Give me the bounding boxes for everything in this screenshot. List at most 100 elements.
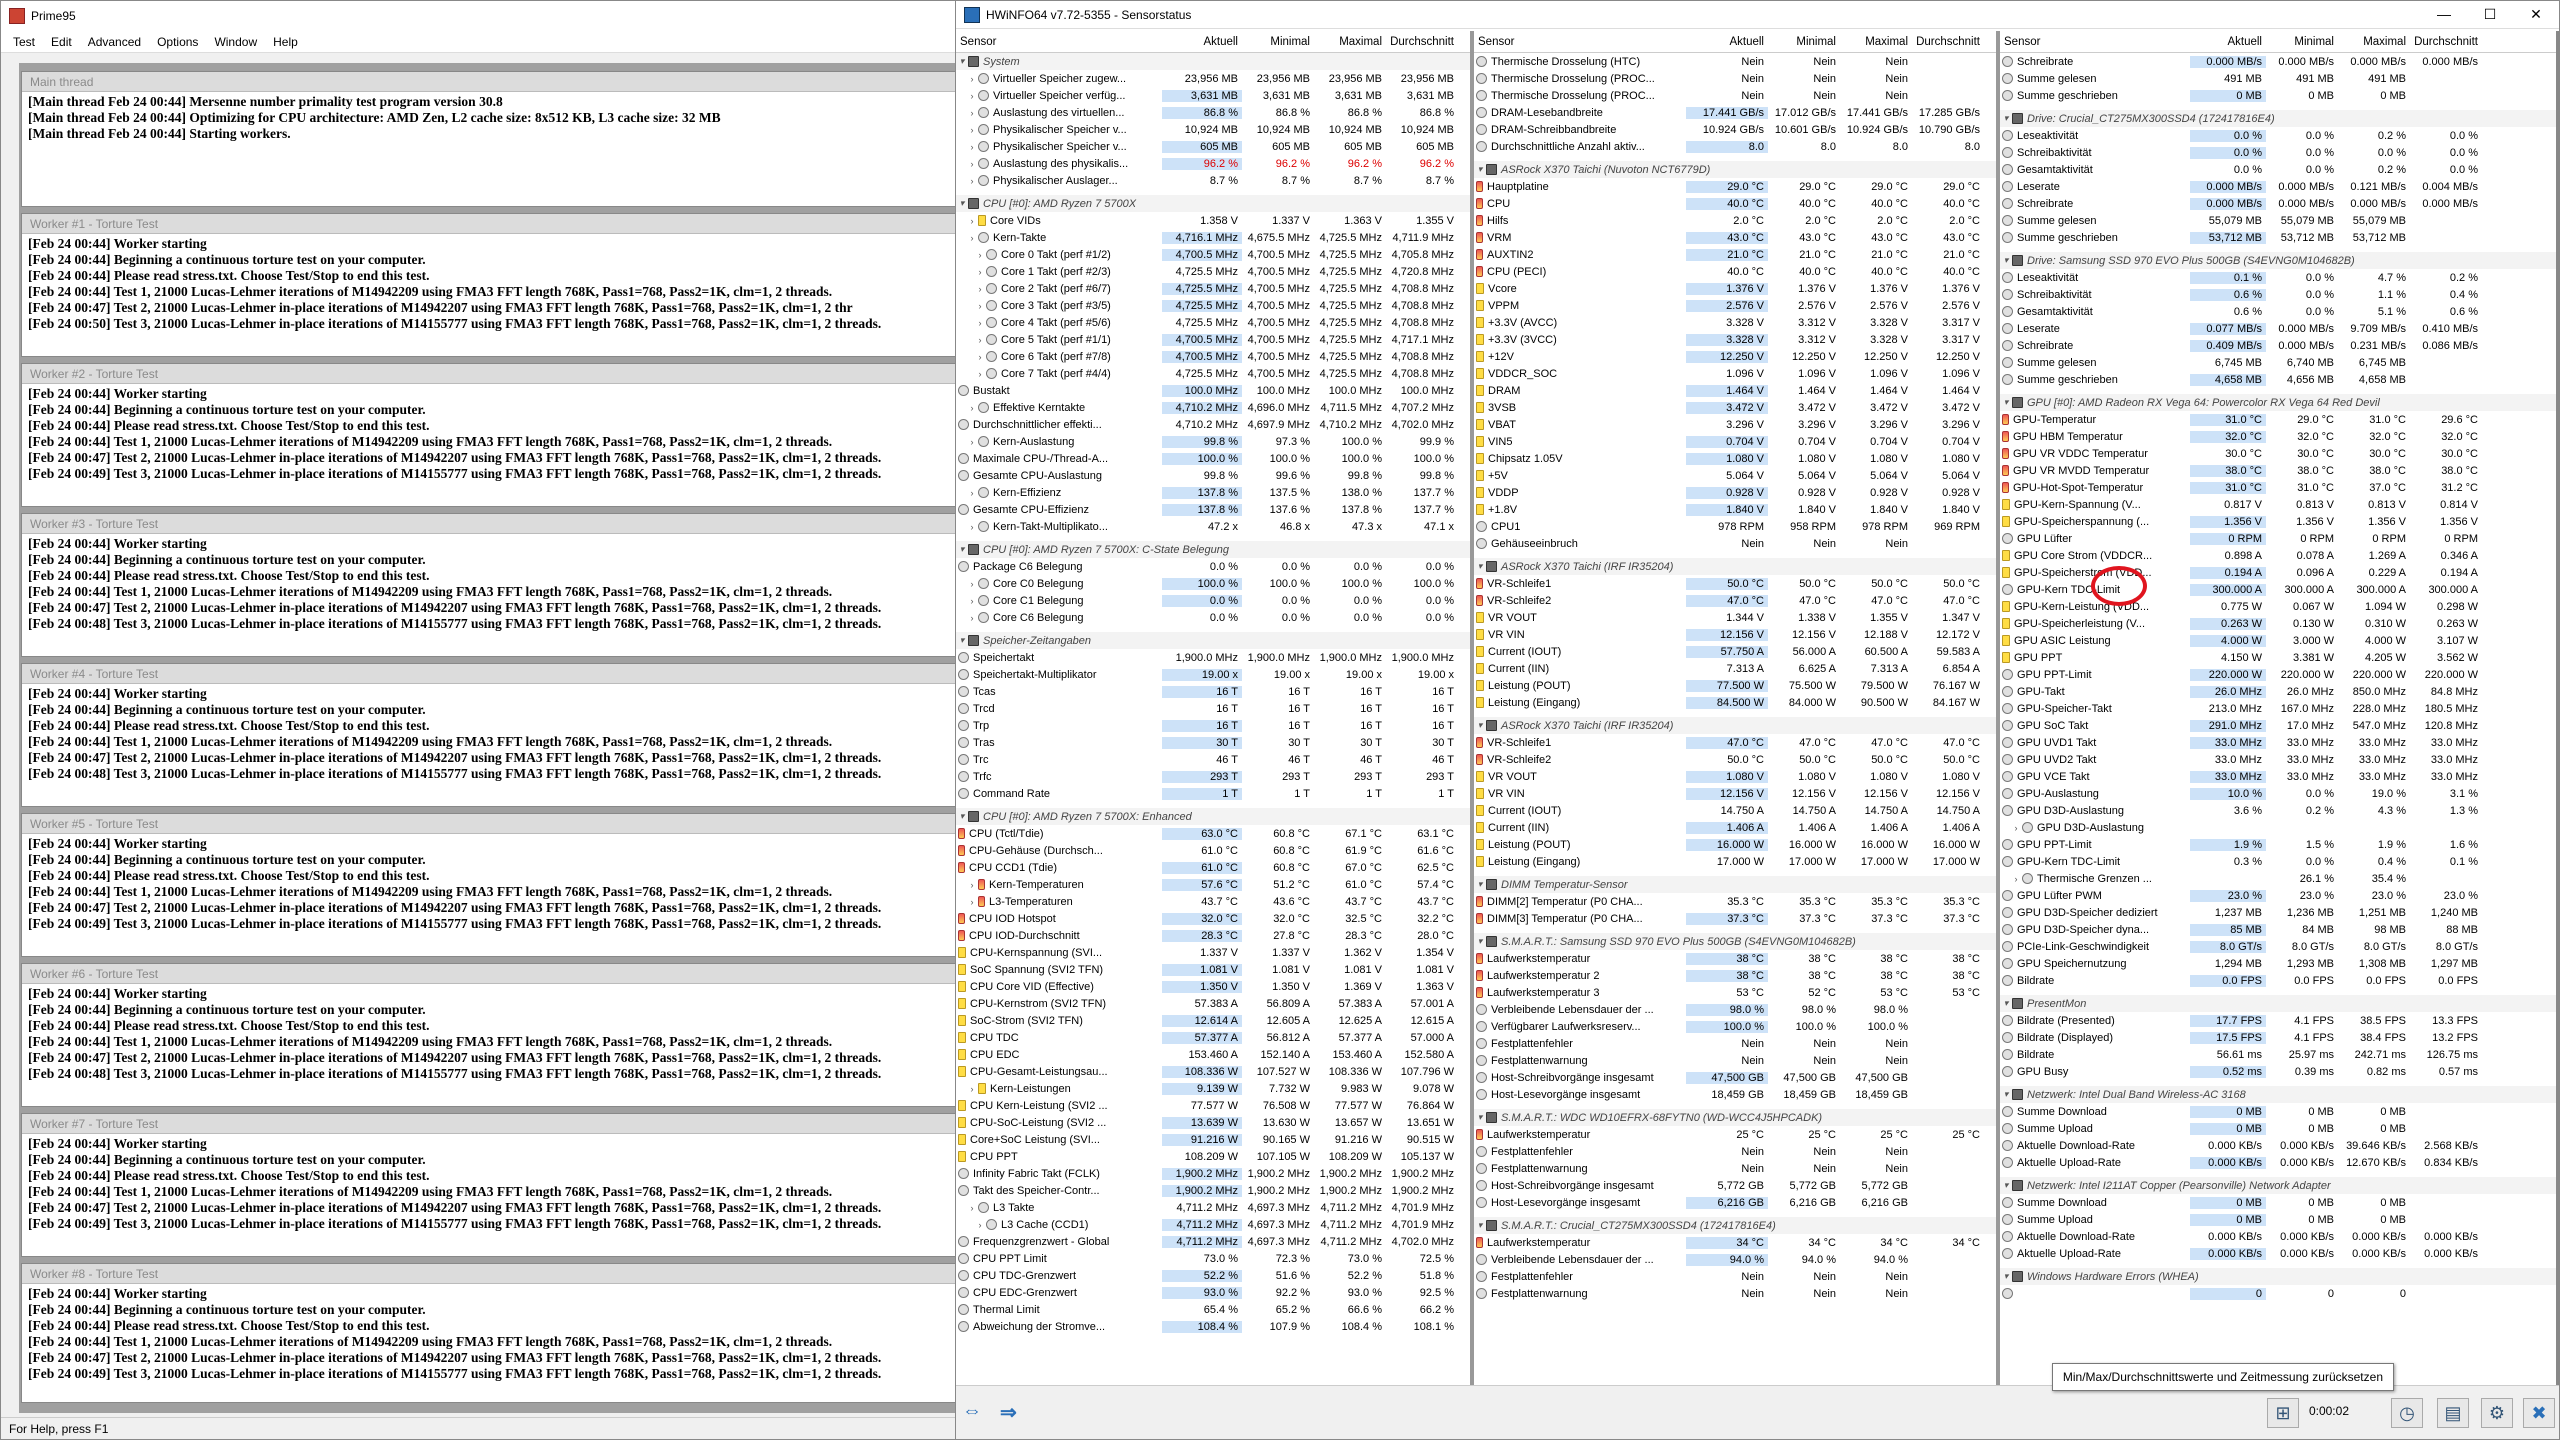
sensor-row[interactable]: › Core 4 Takt (perf #5/6) 4,725.5 MHz 4,700… [956, 314, 1470, 331]
log-file-icon[interactable]: ▤ [2437, 1398, 2469, 1428]
expand-toggle-icon[interactable]: › [974, 267, 986, 277]
clock-reset-icon[interactable]: ◷ [2391, 1398, 2423, 1428]
header-maximal[interactable]: Maximal [1840, 36, 1912, 48]
sensor-row[interactable]: +3.3V (AVCC) 3.328 V 3.312 V 3.328 V 3.317 V [1474, 314, 1996, 331]
maximize-button[interactable]: ☐ [2467, 6, 2513, 23]
sensor-row[interactable]: VR VOUT 1.080 V 1.080 V 1.080 V 1.080 V [1474, 768, 1996, 785]
sensor-row[interactable]: PCIe-Link-Geschwindigkeit 8.0 GT/s 8.0 GT/… [2000, 938, 2556, 955]
sensor-row[interactable]: Verbleibende Lebensdauer der ... 98.0 % 98… [1474, 1001, 1996, 1018]
sensor-row[interactable]: VR VOUT 1.344 V 1.338 V 1.355 V 1.347 V [1474, 609, 1996, 626]
sensor-row[interactable]: Laufwerkstemperatur 34 °C 34 °C 34 °C 34 °C [1474, 1234, 1996, 1251]
sensor-group-header[interactable]: ▾ System [956, 53, 1470, 70]
sensor-row[interactable]: › Virtueller Speicher verfüg... 3,631 MB 3,… [956, 87, 1470, 104]
menu-item-window[interactable]: Window [206, 35, 265, 49]
sensor-row[interactable]: › L3 Cache (CCD1) 4,711.2 MHz 4,697.3 MHz 4,… [956, 1216, 1470, 1233]
sensor-row[interactable]: DRAM-Schreibbandbreite 10.924 GB/s 10.601 … [1474, 121, 1996, 138]
sensor-row[interactable]: › Core 5 Takt (perf #1/1) 4,700.5 MHz 4,700… [956, 331, 1470, 348]
expand-toggle-icon[interactable]: › [974, 318, 986, 328]
sensor-row[interactable]: Summe Download 0 MB 0 MB 0 MB [2000, 1103, 2556, 1120]
collapse-toggle-icon[interactable]: ▾ [1474, 936, 1486, 947]
sensor-row[interactable]: CPU (PECI) 40.0 °C 40.0 °C 40.0 °C 40.0 °C [1474, 263, 1996, 280]
sensor-row[interactable]: CPU 40.0 °C 40.0 °C 40.0 °C 40.0 °C [1474, 195, 1996, 212]
sensor-row[interactable]: CPU-Kernstrom (SVI2 TFN) 57.383 A 56.809 A… [956, 995, 1470, 1012]
sensor-group-header[interactable]: ▾ Speicher-Zeitangaben [956, 632, 1470, 649]
sensor-row[interactable]: Thermische Drosselung (HTC) Nein Nein Nein [1474, 53, 1996, 70]
sensor-row[interactable]: › Physikalischer Speicher v... 605 MB 605 M… [956, 138, 1470, 155]
sensor-group-header[interactable]: ▾ DIMM Temperatur-Sensor [1474, 876, 1996, 893]
sensor-row[interactable]: › Core 0 Takt (perf #1/2) 4,700.5 MHz 4,700… [956, 246, 1470, 263]
worker-4-window[interactable]: Worker #4 - Torture Test [Feb 24 00:44] W… [21, 663, 956, 807]
sensor-row[interactable]: › Physikalischer Speicher v... 10,924 MB 10… [956, 121, 1470, 138]
sensor-row[interactable]: Hauptplatine 29.0 °C 29.0 °C 29.0 °C 29.0 °C [1474, 178, 1996, 195]
collapse-toggle-icon[interactable]: ▾ [956, 635, 968, 646]
header-sensor[interactable]: Sensor [2000, 36, 2190, 48]
sensor-row[interactable]: Aktuelle Download-Rate 0.000 KB/s 0.000 KB… [2000, 1137, 2556, 1154]
sensor-row[interactable]: GPU VR MVDD Temperatur 38.0 °C 38.0 °C 38.0… [2000, 462, 2556, 479]
settings-icon[interactable]: ⚙ [2481, 1398, 2513, 1428]
sensor-row[interactable]: › Core 7 Takt (perf #4/4) 4,725.5 MHz 4,700… [956, 365, 1470, 382]
sensor-row[interactable]: GPU Speichernutzung 1,294 MB 1,293 MB 1,308… [2000, 955, 2556, 972]
sensor-row[interactable]: GPU D3D-Speicher dediziert 1,237 MB 1,236 … [2000, 904, 2556, 921]
sensor-group-header[interactable]: ▾ CPU [#0]: AMD Ryzen 7 5700X [956, 195, 1470, 212]
sensor-row[interactable]: Leistung (POUT) 16.000 W 16.000 W 16.000 W1… [1474, 836, 1996, 853]
sensor-row[interactable]: Summe gelesen 55,079 MB 55,079 MB 55,079 MB [2000, 212, 2556, 229]
sensor-row[interactable]: GPU PPT-Limit 220.000 W 220.000 W 220.000 W… [2000, 666, 2556, 683]
collapse-toggle-icon[interactable]: ▾ [1474, 879, 1486, 890]
sensor-row[interactable]: +12V 12.250 V 12.250 V 12.250 V 12.250 V [1474, 348, 1996, 365]
sensor-row[interactable]: VBAT 3.296 V 3.296 V 3.296 V 3.296 V [1474, 416, 1996, 433]
sensor-group-header[interactable]: ▾ Windows Hardware Errors (WHEA) [2000, 1268, 2556, 1285]
sensor-row[interactable]: Gesamtaktivität 0.0 % 0.0 % 0.2 % 0.0 % [2000, 161, 2556, 178]
child-title[interactable]: Worker #5 - Torture Test [22, 814, 955, 834]
worker-8-window[interactable]: Worker #8 - Torture Test [Feb 24 00:44] W… [21, 1263, 956, 1403]
header-maximal[interactable]: Maximal [1314, 36, 1386, 48]
sensor-row[interactable]: › Core 2 Takt (perf #6/7) 4,725.5 MHz 4,700… [956, 280, 1470, 297]
sensor-row[interactable]: Hilfs 2.0 °C 2.0 °C 2.0 °C 2.0 °C [1474, 212, 1996, 229]
sensor-row[interactable]: GPU ASIC Leistung 4.000 W 3.000 W 4.000 W 3.… [2000, 632, 2556, 649]
close-button[interactable]: ✕ [2513, 6, 2559, 23]
sensor-row[interactable]: GPU HBM Temperatur 32.0 °C 32.0 °C 32.0 °C 3… [2000, 428, 2556, 445]
sensor-row[interactable]: Tcas 16 T 16 T 16 T 16 T [956, 683, 1470, 700]
sensor-row[interactable]: VR-Schleife2 47.0 °C 47.0 °C 47.0 °C 47.0 °C [1474, 592, 1996, 609]
header-minimal[interactable]: Minimal [1242, 36, 1314, 48]
sensor-row[interactable]: CPU TDC 57.377 A 56.812 A 57.377 A 57.000 A [956, 1029, 1470, 1046]
sensor-row[interactable]: GPU Lüfter PWM 23.0 % 23.0 % 23.0 % 23.0 % [2000, 887, 2556, 904]
sensor-row[interactable]: GPU D3D-Auslastung 3.6 % 0.2 % 4.3 % 1.3 % [2000, 802, 2556, 819]
header-aktuell[interactable]: Aktuell [1162, 36, 1242, 48]
sensor-row[interactable]: Verfügbarer Laufwerksreserv... 100.0 % 100… [1474, 1018, 1996, 1035]
sensor-row[interactable]: CPU CCD1 (Tdie) 61.0 °C 60.8 °C 67.0 °C 62.5… [956, 859, 1470, 876]
sensor-row[interactable]: VPPM 2.576 V 2.576 V 2.576 V 2.576 V [1474, 297, 1996, 314]
sensor-row[interactable]: Festplattenfehler Nein Nein Nein [1474, 1035, 1996, 1052]
sensor-row[interactable]: GPU Core Strom (VDDCR... 0.898 A 0.078 A 1.… [2000, 547, 2556, 564]
sensor-row[interactable]: GPU-Hot-Spot-Temperatur 31.0 °C 31.0 °C 37.… [2000, 479, 2556, 496]
sensor-row[interactable]: GPU-Kern-Leistung (VDD... 0.775 W 0.067 W1… [2000, 598, 2556, 615]
sensor-row[interactable]: Speichertakt 1,900.0 MHz 1,900.0 MHz 1,900.… [956, 649, 1470, 666]
sensor-row[interactable]: Current (IIN) 1.406 A 1.406 A 1.406 A 1.406 … [1474, 819, 1996, 836]
menu-item-test[interactable]: Test [5, 35, 43, 49]
sensor-row[interactable]: › Kern-Leistungen 9.139 W 7.732 W 9.983 W 9.0… [956, 1080, 1470, 1097]
expand-toggle-icon[interactable]: › [974, 301, 986, 311]
sensor-row[interactable]: Festplattenfehler Nein Nein Nein [1474, 1268, 1996, 1285]
prime95-titlebar[interactable]: Prime95 [1, 1, 956, 31]
sensor-row[interactable]: Core+SoC Leistung (SVI... 91.216 W 90.165 … [956, 1131, 1470, 1148]
sensor-row[interactable]: +3.3V (3VCC) 3.328 V 3.312 V 3.328 V 3.317 V [1474, 331, 1996, 348]
sensor-row[interactable]: Bildrate (Presented) 17.7 FPS 4.1 FPS 38.5 … [2000, 1012, 2556, 1029]
sensor-row[interactable]: GPU-Speicher-Takt 213.0 MHz 167.0 MHz 228.0… [2000, 700, 2556, 717]
sensor-row[interactable]: Command Rate 1 T1 T1 T1 T [956, 785, 1470, 802]
main-thread-window[interactable]: Main thread [Main thread Feb 24 00:44] Me… [21, 71, 956, 207]
collapse-toggle-icon[interactable]: ▾ [2000, 113, 2012, 124]
sensor-group-header[interactable]: ▾ GPU [#0]: AMD Radeon RX Vega 64: Powerc… [2000, 394, 2556, 411]
worker-1-window[interactable]: Worker #1 - Torture Test [Feb 24 00:44] W… [21, 213, 956, 357]
sensor-row[interactable]: DRAM-Lesebandbreite 17.441 GB/s 17.012 GB/… [1474, 104, 1996, 121]
sensor-group-header[interactable]: ▾ CPU [#0]: AMD Ryzen 7 5700X: Enhanced [956, 808, 1470, 825]
child-title[interactable]: Worker #1 - Torture Test [22, 214, 955, 234]
minimize-button[interactable]: — [2421, 6, 2467, 23]
sensor-row[interactable]: › Physikalischer Auslager... 8.7 % 8.7 % 8.7… [956, 172, 1470, 189]
sensor-row[interactable]: › Kern-Effizienz 137.8 % 137.5 % 138.0 % 137.… [956, 484, 1470, 501]
sensor-row[interactable]: Festplattenwarnung Nein Nein Nein [1474, 1285, 1996, 1302]
sensor-row[interactable]: › Kern-Takte 4,716.1 MHz 4,675.5 MHz 4,725.5… [956, 229, 1470, 246]
expand-toggle-icon[interactable]: › [974, 250, 986, 260]
sensor-row[interactable]: Summe gelesen 6,745 MB 6,740 MB 6,745 MB [2000, 354, 2556, 371]
expand-toggle-icon[interactable]: › [974, 284, 986, 294]
sensor-row[interactable]: CPU (Tctl/Tdie) 63.0 °C 60.8 °C 67.1 °C 63.1… [956, 825, 1470, 842]
child-title[interactable]: Worker #2 - Torture Test [22, 364, 955, 384]
